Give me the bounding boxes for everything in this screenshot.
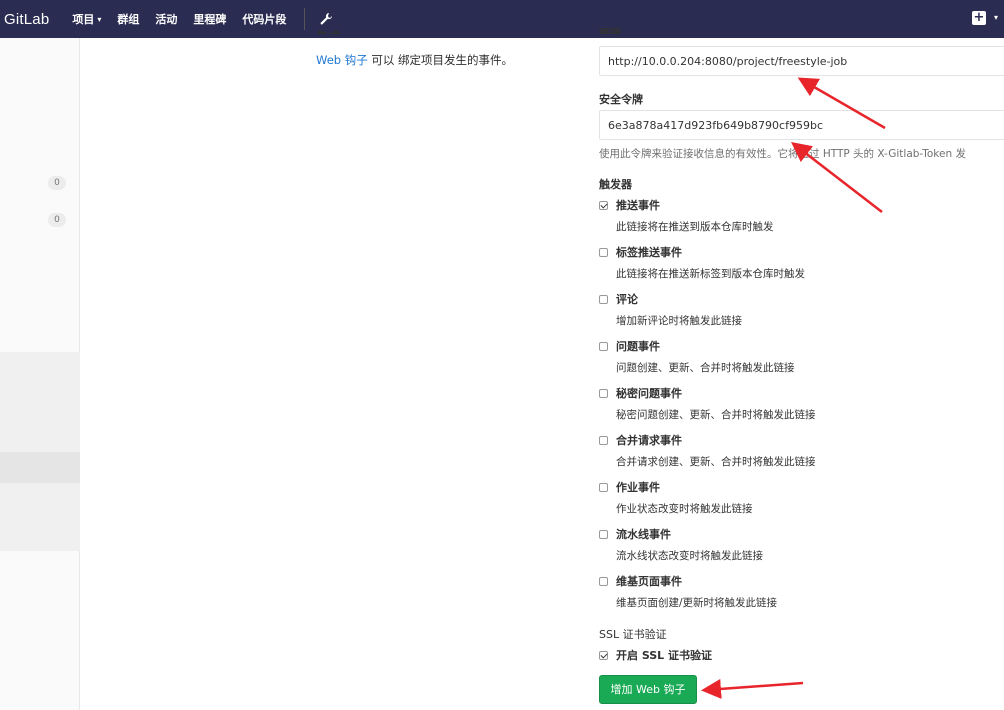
nav-groups[interactable]: 群组 — [117, 11, 139, 27]
trigger-help: 合并请求创建、更新、合并时将触发此链接 — [616, 456, 816, 468]
trigger-comments[interactable]: 评论 — [599, 291, 638, 307]
sidebar-section — [0, 352, 80, 452]
add-webhook-button[interactable]: 增加 Web 钩子 — [599, 675, 697, 704]
trigger-push-events[interactable]: 推送事件 — [599, 197, 660, 213]
tag-push-events-checkbox[interactable] — [599, 247, 608, 257]
trigger-label: 维基页面事件 — [616, 575, 682, 588]
trigger-label: 标签推送事件 — [616, 246, 682, 259]
triggers-label: 触发器 — [599, 178, 632, 191]
left-sidebar: 0 0 — [0, 38, 80, 710]
trigger-help: 维基页面创建/更新时将触发此链接 — [616, 597, 778, 609]
ssl-verification-label: SSL 证书验证 — [599, 628, 667, 641]
nav-projects[interactable]: 项目 ▾ — [72, 11, 101, 27]
trigger-help: 增加新评论时将触发此链接 — [616, 315, 742, 327]
trigger-label: 问题事件 — [616, 340, 660, 353]
push-events-checkbox[interactable] — [599, 200, 608, 210]
nav-divider — [304, 8, 306, 30]
nav-projects-label: 项目 — [72, 13, 95, 26]
nav-activity[interactable]: 活动 — [155, 11, 177, 27]
trigger-confidential-issues-events[interactable]: 秘密问题事件 — [599, 385, 682, 401]
ssl-verification-checkbox[interactable] — [599, 650, 608, 660]
comments-checkbox[interactable] — [599, 294, 608, 304]
sidebar-item-active[interactable] — [0, 452, 80, 483]
url-input[interactable]: http://10.0.0.204:8080/project/freestyle… — [599, 46, 1004, 76]
trigger-help: 此链接将在推送到版本仓库时触发 — [616, 221, 774, 233]
nav-snippets[interactable]: 代码片段 — [242, 11, 286, 27]
count-badge: 0 — [48, 213, 66, 227]
trigger-help: 秘密问题创建、更新、合并时将触发此链接 — [616, 409, 816, 421]
wrench-icon[interactable] — [319, 12, 333, 26]
url-input-value: http://10.0.0.204:8080/project/freestyle… — [608, 54, 848, 68]
merge-request-events-checkbox[interactable] — [599, 435, 608, 445]
plus-square-icon[interactable]: + — [972, 11, 986, 25]
issues-events-checkbox[interactable] — [599, 341, 608, 351]
token-help-text: 使用此令牌来验证接收信息的有效性。它将通过 HTTP 头的 X-Gitlab-T… — [599, 148, 966, 160]
secret-token-value: 6e3a878a417d923fb649b8790cf959bc — [608, 118, 823, 132]
ssl-verification-option[interactable]: 开启 SSL 证书验证 — [599, 647, 712, 663]
token-label: 安全令牌 — [599, 93, 643, 106]
trigger-help: 流水线状态改变时将触发此链接 — [616, 550, 763, 562]
section-description: Web 钩子 可以 绑定项目发生的事件。 — [316, 52, 513, 68]
trigger-tag-push-events[interactable]: 标签推送事件 — [599, 244, 682, 260]
job-events-checkbox[interactable] — [599, 482, 608, 492]
trigger-help: 问题创建、更新、合并时将触发此链接 — [616, 362, 795, 374]
url-label: 链接 — [599, 28, 621, 34]
pipeline-events-checkbox[interactable] — [599, 529, 608, 539]
trigger-label: 流水线事件 — [616, 528, 671, 541]
ssl-option-label: 开启 SSL 证书验证 — [616, 649, 713, 662]
description-text: 可以 绑定项目发生的事件。 — [367, 53, 514, 67]
annotation-arrow-submit — [701, 678, 804, 699]
gitlab-brand[interactable]: GitLab — [4, 11, 49, 28]
trigger-label: 推送事件 — [616, 199, 660, 212]
chevron-down-icon: ▾ — [97, 14, 102, 24]
trigger-wiki-page-events[interactable]: 维基页面事件 — [599, 573, 682, 589]
confidential-issues-checkbox[interactable] — [599, 388, 608, 398]
top-navbar: GitLab 项目 ▾ 群组 活动 里程碑 代码片段 + ▾ — [0, 0, 1004, 38]
trigger-label: 评论 — [616, 293, 638, 306]
trigger-help: 此链接将在推送新标签到版本仓库时触发 — [616, 268, 805, 280]
trigger-job-events[interactable]: 作业事件 — [599, 479, 660, 495]
chevron-down-icon[interactable]: ▾ — [994, 13, 998, 22]
trigger-merge-request-events[interactable]: 合并请求事件 — [599, 432, 682, 448]
webhooks-link[interactable]: Web 钩子 — [316, 53, 368, 67]
count-badge: 0 — [48, 176, 66, 190]
wiki-page-events-checkbox[interactable] — [599, 576, 608, 586]
trigger-help: 作业状态改变时将触发此链接 — [616, 503, 753, 515]
annotation-arrows — [701, 77, 886, 699]
trigger-pipeline-events[interactable]: 流水线事件 — [599, 526, 671, 542]
trigger-label: 秘密问题事件 — [616, 387, 682, 400]
secret-token-input[interactable]: 6e3a878a417d923fb649b8790cf959bc — [599, 110, 1004, 140]
trigger-issues-events[interactable]: 问题事件 — [599, 338, 660, 354]
sidebar-section — [0, 483, 80, 551]
section-title: 集成 — [316, 28, 340, 34]
trigger-label: 合并请求事件 — [616, 434, 682, 447]
nav-milestones[interactable]: 里程碑 — [193, 11, 226, 27]
trigger-label: 作业事件 — [616, 481, 660, 494]
